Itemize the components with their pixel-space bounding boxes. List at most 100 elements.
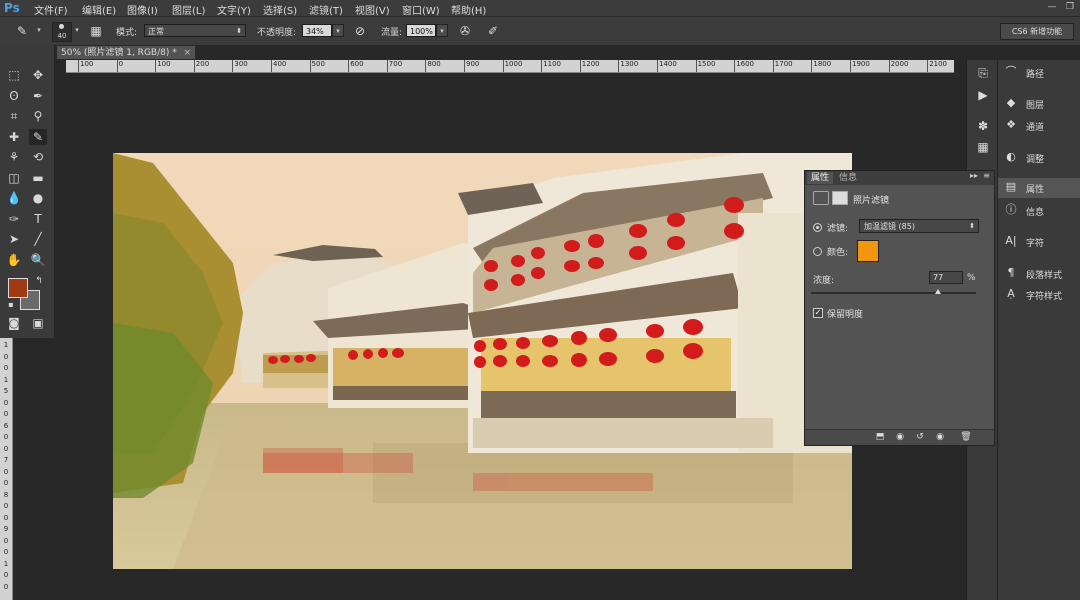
foreground-color-swatch[interactable]: [8, 278, 28, 298]
tool-preset-dropdown-icon[interactable]: ▾: [33, 24, 45, 37]
panel-item-layers[interactable]: ◆ 图层: [998, 94, 1080, 114]
filter-select[interactable]: 加温滤镜 (85) ⬍: [859, 219, 979, 233]
pen-tool-icon[interactable]: ✑: [5, 211, 23, 227]
menu-layer[interactable]: 图层(L): [172, 2, 205, 17]
quick-selection-tool-icon[interactable]: ✒: [29, 88, 47, 104]
swatches-icon[interactable]: ▦: [975, 139, 991, 155]
tab-info[interactable]: 信息: [835, 172, 861, 184]
panel-item-info[interactable]: ⓘ 信息: [998, 201, 1080, 221]
move-tool-icon[interactable]: ✥: [29, 67, 47, 83]
path-icon: ⌒: [1005, 65, 1017, 78]
default-colors-icon[interactable]: ▪: [2, 297, 20, 313]
flow-dropdown-icon[interactable]: ▾: [436, 24, 448, 37]
filter-color-swatch[interactable]: [857, 240, 879, 262]
panel-item-label: 通道: [1026, 123, 1045, 133]
layer-mask-icon[interactable]: [832, 191, 848, 205]
minimize-icon[interactable]: —: [1046, 2, 1058, 13]
visibility-icon[interactable]: ◉: [933, 431, 947, 444]
panel-item-character-styles[interactable]: Ạ 字符样式: [998, 285, 1080, 305]
tab-properties[interactable]: 属性: [807, 172, 834, 184]
vertical-ruler-tick-label: 0: [3, 582, 9, 591]
menu-type[interactable]: 文字(Y): [217, 2, 251, 17]
delete-icon[interactable]: 🗑: [959, 431, 973, 444]
collapse-panel-icon[interactable]: ▸▸: [970, 171, 978, 180]
close-icon[interactable]: ×: [183, 46, 191, 60]
type-tool-icon[interactable]: T: [29, 211, 47, 227]
panel-item-label: 信息: [1026, 208, 1045, 218]
airbrush-icon[interactable]: ✇: [457, 23, 473, 39]
panel-item-adjustments[interactable]: ◐ 调整: [998, 148, 1080, 168]
blur-tool-icon[interactable]: 💧: [5, 190, 23, 206]
quick-mask-icon[interactable]: ◙: [5, 315, 23, 331]
clip-to-layer-icon[interactable]: ⬒: [873, 431, 887, 444]
menu-select[interactable]: 选择(S): [263, 2, 297, 17]
canal-town-photo: [113, 153, 852, 569]
path-selection-tool-icon[interactable]: ➤: [5, 231, 23, 247]
pressure-size-icon[interactable]: ✐: [485, 23, 501, 39]
panel-item-paragraph-styles[interactable]: ¶ 段落样式: [998, 264, 1080, 284]
density-slider-track[interactable]: [811, 292, 976, 294]
history-icon[interactable]: ⎘: [975, 65, 991, 81]
document-canvas[interactable]: [113, 153, 852, 569]
opacity-dropdown-icon[interactable]: ▾: [332, 24, 344, 37]
filter-radio[interactable]: [813, 223, 822, 232]
vertical-ruler-tick-label: 8: [3, 490, 9, 499]
brush-picker-dropdown-icon[interactable]: ▾: [71, 24, 83, 37]
preserve-luminosity-checkbox[interactable]: ✓: [813, 308, 823, 318]
eraser-tool-icon[interactable]: ◫: [5, 170, 23, 186]
menu-help[interactable]: 帮助(H): [451, 2, 486, 17]
history-brush-tool-icon[interactable]: ⟲: [29, 149, 47, 165]
vertical-ruler-tick-label: 0: [3, 364, 9, 372]
clone-stamp-tool-icon[interactable]: ⚘: [5, 149, 23, 165]
view-previous-state-icon[interactable]: ◉: [893, 431, 907, 444]
menu-filter[interactable]: 滤镜(T): [309, 2, 343, 17]
panel-item-channels[interactable]: ❖ 通道: [998, 116, 1080, 136]
zoom-tool-icon[interactable]: 🔍: [29, 252, 47, 268]
panel-item-properties[interactable]: ▤ 属性: [998, 178, 1080, 198]
panel-item-character[interactable]: A| 字符: [998, 232, 1080, 252]
swap-colors-icon[interactable]: ↰: [30, 273, 48, 289]
actions-play-icon[interactable]: ▶: [975, 87, 991, 103]
density-input[interactable]: 77: [929, 271, 963, 284]
restore-icon[interactable]: ❐: [1064, 2, 1076, 13]
marquee-tool-icon[interactable]: ⬚: [5, 67, 23, 83]
menu-view[interactable]: 视图(V): [355, 2, 390, 17]
healing-brush-tool-icon[interactable]: ✚: [5, 129, 23, 145]
eyedropper-tool-icon[interactable]: ⚲: [29, 108, 47, 124]
hand-tool-icon[interactable]: ✋: [5, 252, 23, 268]
panel-item-paths[interactable]: ⌒ 路径: [998, 63, 1080, 83]
brush-tool-icon[interactable]: ✎: [14, 23, 30, 39]
brush-tool-icon[interactable]: ✎: [29, 129, 47, 145]
color-radio[interactable]: [813, 247, 822, 256]
reset-icon[interactable]: ↺: [913, 431, 927, 444]
brush-size-value: 40: [57, 32, 67, 40]
pressure-opacity-icon[interactable]: ⊘: [352, 23, 368, 39]
panel-menu-icon[interactable]: ≡: [983, 171, 990, 180]
vertical-ruler-tick-label: 9: [3, 525, 9, 533]
brush-preset-picker[interactable]: 40: [52, 22, 72, 42]
horizontal-ruler: 100 0 100 200 300 400 500 600 700 800 900 1000 1100 1…: [66, 60, 954, 73]
menu-edit[interactable]: 编辑(E): [82, 2, 116, 17]
screen-mode-icon[interactable]: ▣: [29, 315, 47, 331]
brush-presets-icon[interactable]: ✽: [975, 118, 991, 134]
properties-panel-tabs: 属性 信息 ▸▸ ≡: [805, 171, 994, 185]
menu-window[interactable]: 窗口(W): [402, 2, 440, 17]
opacity-input[interactable]: 34%: [302, 24, 332, 37]
mode-select[interactable]: 正常 ⬍: [144, 24, 246, 37]
vertical-ruler-tick-label: 0: [3, 352, 9, 361]
flow-input[interactable]: 100%: [406, 24, 436, 37]
opacity-label: 不透明度:: [257, 28, 297, 38]
vertical-ruler-tick-label: 0: [3, 398, 9, 407]
brush-panel-toggle-icon[interactable]: ▦: [88, 23, 104, 39]
crop-tool-icon[interactable]: ⌗: [5, 108, 23, 124]
workspace-button[interactable]: CS6 新增功能: [1000, 23, 1074, 40]
menu-file[interactable]: 文件(F): [34, 2, 68, 17]
document-tab[interactable]: 50% (照片滤镜 1, RGB/8) * ×: [56, 45, 196, 59]
line-tool-icon[interactable]: ╱: [29, 231, 47, 247]
menu-image[interactable]: 图像(I): [127, 2, 158, 17]
lasso-tool-icon[interactable]: ʘ: [5, 88, 23, 104]
dodge-tool-icon[interactable]: ●: [29, 190, 47, 206]
panel-item-label: 字符: [1026, 239, 1045, 249]
density-slider-thumb[interactable]: [935, 289, 942, 294]
gradient-tool-icon[interactable]: ▬: [29, 170, 47, 186]
